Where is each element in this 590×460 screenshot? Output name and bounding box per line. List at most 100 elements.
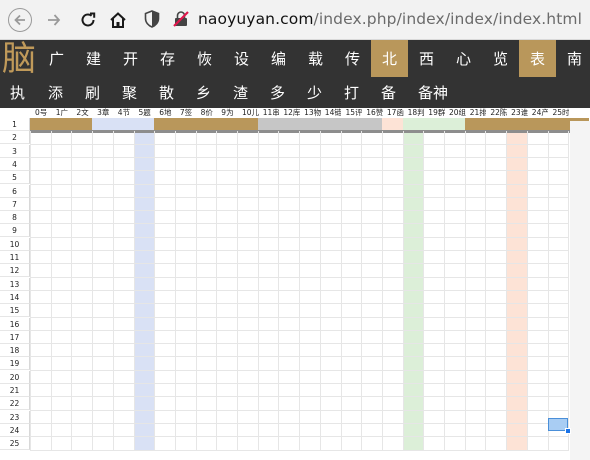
row1-color-band <box>381 118 403 130</box>
row-header[interactable]: 23 <box>0 410 30 424</box>
row-header[interactable]: 2 <box>0 131 30 145</box>
row-header[interactable]: 19 <box>0 357 30 371</box>
grid-column-line <box>402 131 404 451</box>
grid-column-line <box>30 131 31 451</box>
column-header[interactable]: 14链 <box>325 108 342 118</box>
forward-button[interactable] <box>40 6 68 34</box>
row-header[interactable]: 25 <box>0 437 30 451</box>
reload-button[interactable] <box>74 6 102 34</box>
menu-item-12[interactable]: 览 <box>482 40 519 77</box>
column-header[interactable]: 25时 <box>553 108 570 118</box>
menu-item-5[interactable]: 设 <box>223 40 260 77</box>
shield-icon[interactable] <box>144 10 160 28</box>
secondary-menu-item-3[interactable]: 聚 <box>122 80 137 104</box>
row-header[interactable]: 5 <box>0 171 30 185</box>
row-header[interactable]: 14 <box>0 290 30 304</box>
secondary-menu-item-0[interactable]: 执 <box>10 80 25 104</box>
row-header[interactable]: 12 <box>0 264 30 278</box>
column-header[interactable]: 24产 <box>532 108 549 118</box>
menu-item-14[interactable]: 南 <box>556 40 590 77</box>
secondary-menu-item-2[interactable]: 刷 <box>85 80 100 104</box>
row-header[interactable]: 7 <box>0 197 30 211</box>
address-bar[interactable]: naoyuyan.com/index.php/index/index/index… <box>198 10 582 28</box>
column-header[interactable]: 6地 <box>159 108 176 118</box>
grid-column-line <box>299 131 301 451</box>
grid-column-line <box>174 131 176 451</box>
secondary-menu-item-5[interactable]: 乡 <box>196 80 211 104</box>
column-header[interactable]: 2文 <box>76 108 93 118</box>
secondary-menu-item-10[interactable]: 备 <box>381 80 396 104</box>
back-arrow-icon <box>8 8 32 32</box>
row-header[interactable]: 11 <box>0 251 30 264</box>
spreadsheet: 0号 1广 2文 3章 4节 5题 6地 7签 8价 9为 10儿 11串 12库 13物 14链 15评 16… <box>0 108 590 460</box>
secondary-menu-item-9[interactable]: 打 <box>344 80 359 104</box>
column-header[interactable]: 0号 <box>35 108 52 118</box>
row-header[interactable]: 9 <box>0 224 30 238</box>
secondary-menu-item-4[interactable]: 散 <box>159 80 174 104</box>
row-header[interactable]: 13 <box>0 277 30 291</box>
row1-color-band <box>30 118 93 130</box>
sheet-scroll-area[interactable] <box>570 121 590 460</box>
column-header[interactable]: 18判 <box>408 108 425 118</box>
column-header[interactable]: 9为 <box>221 108 238 118</box>
column-header[interactable]: 3章 <box>97 108 114 118</box>
back-button[interactable] <box>6 6 34 34</box>
row-header[interactable]: 10 <box>0 237 30 251</box>
menu-item-7[interactable]: 载 <box>297 40 334 77</box>
secondary-menu-item-7[interactable]: 多 <box>270 80 285 104</box>
grid-column-line <box>381 131 383 451</box>
row-header[interactable]: 18 <box>0 344 30 358</box>
menu-item-4[interactable]: 恢 <box>186 40 223 77</box>
browser-toolbar: naoyuyan.com/index.php/index/index/index… <box>0 0 590 40</box>
row-header[interactable]: 6 <box>0 184 30 198</box>
menu-item-9[interactable]: 北 <box>371 40 408 77</box>
column-header[interactable]: 17函 <box>387 108 404 118</box>
row-header[interactable]: 4 <box>0 157 30 171</box>
column-header[interactable]: 8价 <box>201 108 218 118</box>
row-header[interactable]: 8 <box>0 211 30 225</box>
menu-item-10[interactable]: 西 <box>408 40 445 77</box>
menu-item-6[interactable]: 编 <box>260 40 297 77</box>
secondary-menu-item-1[interactable]: 添 <box>48 80 63 104</box>
column-header[interactable]: 12库 <box>283 108 300 118</box>
column-header[interactable]: 5题 <box>139 108 156 118</box>
secondary-menu-item-11[interactable]: 备神 <box>418 80 448 104</box>
site-logo[interactable]: 脑 <box>0 40 38 78</box>
row-header[interactable]: 1 <box>0 118 30 131</box>
row-header[interactable]: 3 <box>0 144 30 158</box>
menu-item-13[interactable]: 表 <box>519 40 556 77</box>
column-header[interactable]: 1广 <box>56 108 73 118</box>
column-header[interactable]: 7签 <box>180 108 197 118</box>
column-header[interactable]: 23谁 <box>511 108 528 118</box>
row-header[interactable]: 22 <box>0 397 30 411</box>
column-header[interactable]: 21排 <box>470 108 487 118</box>
column-header[interactable]: 4节 <box>118 108 135 118</box>
insecure-lock-icon[interactable] <box>172 10 190 28</box>
menu-item-2[interactable]: 开 <box>112 40 149 77</box>
row-header[interactable]: 20 <box>0 370 30 384</box>
row-header[interactable]: 16 <box>0 317 30 331</box>
menu-item-11[interactable]: 心 <box>445 40 482 77</box>
secondary-menu-item-8[interactable]: 少 <box>307 80 322 104</box>
row-header[interactable]: 24 <box>0 423 30 437</box>
column-header[interactable]: 13物 <box>304 108 321 118</box>
column-header[interactable]: 11串 <box>263 108 280 118</box>
column-header[interactable]: 10儿 <box>242 108 259 118</box>
column-header[interactable]: 16赞 <box>366 108 383 118</box>
home-button[interactable] <box>104 6 132 34</box>
column-header[interactable]: 15评 <box>346 108 363 118</box>
menu-item-3[interactable]: 存 <box>149 40 186 77</box>
menu-item-0[interactable]: 广 <box>38 40 75 77</box>
grid-column-line <box>526 131 528 451</box>
column-header[interactable]: 22陈 <box>490 108 507 118</box>
row-header[interactable]: 17 <box>0 330 30 344</box>
menu-item-1[interactable]: 建 <box>75 40 112 77</box>
column-header[interactable]: 20组 <box>449 108 466 118</box>
fill-handle[interactable] <box>565 428 571 434</box>
secondary-menu-item-6[interactable]: 渣 <box>233 80 248 104</box>
row-header[interactable]: 21 <box>0 384 30 397</box>
row-header[interactable]: 15 <box>0 304 30 318</box>
column-header[interactable]: 19群 <box>428 108 445 118</box>
menu-item-8[interactable]: 传 <box>334 40 371 77</box>
grid-column-line <box>464 131 466 451</box>
